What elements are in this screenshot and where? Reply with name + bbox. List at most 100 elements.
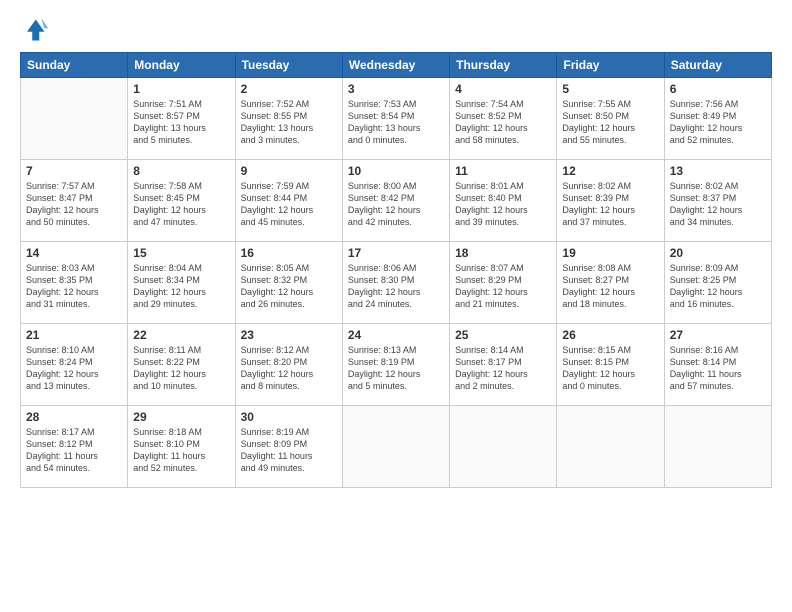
logo-icon bbox=[20, 16, 48, 44]
day-info: Sunrise: 7:58 AM Sunset: 8:45 PM Dayligh… bbox=[133, 180, 229, 229]
day-info: Sunrise: 8:09 AM Sunset: 8:25 PM Dayligh… bbox=[670, 262, 766, 311]
calendar-cell: 20 Sunrise: 8:09 AM Sunset: 8:25 PM Dayli… bbox=[664, 242, 771, 324]
calendar-cell: 4Sunrise: 7:54 AM Sunset: 8:52 PM Daylig… bbox=[450, 78, 557, 160]
calendar-week-4: 21 Sunrise: 8:10 AM Sunset: 8:24 PM Dayli… bbox=[21, 324, 772, 406]
day-info: Sunrise: 8:08 AM Sunset: 8:27 PM Dayligh… bbox=[562, 262, 658, 311]
day-info: Sunrise: 7:59 AM Sunset: 8:44 PM Dayligh… bbox=[241, 180, 337, 229]
day-info: Sunrise: 7:55 AM Sunset: 8:50 PM Dayligh… bbox=[562, 98, 658, 147]
calendar-cell: 1 Sunrise: 7:51 AM Sunset: 8:57 PM Daylig… bbox=[128, 78, 235, 160]
day-number: 25 bbox=[455, 328, 551, 342]
day-info: Sunrise: 8:02 AM Sunset: 8:37 PM Dayligh… bbox=[670, 180, 766, 229]
calendar-cell: 10Sunrise: 8:00 AM Sunset: 8:42 PM Dayli… bbox=[342, 160, 449, 242]
calendar-cell: 12 Sunrise: 8:02 AM Sunset: 8:39 PM Dayli… bbox=[557, 160, 664, 242]
day-number: 15 bbox=[133, 246, 229, 260]
day-info: Sunrise: 8:02 AM Sunset: 8:39 PM Dayligh… bbox=[562, 180, 658, 229]
calendar-cell: 7 Sunrise: 7:57 AM Sunset: 8:47 PM Daylig… bbox=[21, 160, 128, 242]
calendar-cell: 13 Sunrise: 8:02 AM Sunset: 8:37 PM Dayli… bbox=[664, 160, 771, 242]
calendar-cell: 21 Sunrise: 8:10 AM Sunset: 8:24 PM Dayli… bbox=[21, 324, 128, 406]
day-number: 14 bbox=[26, 246, 122, 260]
day-info: Sunrise: 7:56 AM Sunset: 8:49 PM Dayligh… bbox=[670, 98, 766, 147]
day-info: Sunrise: 8:19 AM Sunset: 8:09 PM Dayligh… bbox=[241, 426, 337, 475]
day-number: 23 bbox=[241, 328, 337, 342]
day-info: Sunrise: 8:01 AM Sunset: 8:40 PM Dayligh… bbox=[455, 180, 551, 229]
calendar-cell: 17 Sunrise: 8:06 AM Sunset: 8:30 PM Dayli… bbox=[342, 242, 449, 324]
day-info: Sunrise: 8:17 AM Sunset: 8:12 PM Dayligh… bbox=[26, 426, 122, 475]
day-info: Sunrise: 8:13 AM Sunset: 8:19 PM Dayligh… bbox=[348, 344, 444, 393]
day-info: Sunrise: 8:10 AM Sunset: 8:24 PM Dayligh… bbox=[26, 344, 122, 393]
day-info: Sunrise: 7:52 AM Sunset: 8:55 PM Dayligh… bbox=[241, 98, 337, 147]
day-number: 1 bbox=[133, 82, 229, 96]
day-number: 18 bbox=[455, 246, 551, 260]
day-info: Sunrise: 8:05 AM Sunset: 8:32 PM Dayligh… bbox=[241, 262, 337, 311]
day-number: 6 bbox=[670, 82, 766, 96]
calendar-cell bbox=[21, 78, 128, 160]
calendar-cell: 28 Sunrise: 8:17 AM Sunset: 8:12 PM Dayli… bbox=[21, 406, 128, 488]
day-number: 30 bbox=[241, 410, 337, 424]
calendar-cell: 22 Sunrise: 8:11 AM Sunset: 8:22 PM Dayli… bbox=[128, 324, 235, 406]
calendar-cell: 23 Sunrise: 8:12 AM Sunset: 8:20 PM Dayli… bbox=[235, 324, 342, 406]
calendar-cell: 6 Sunrise: 7:56 AM Sunset: 8:49 PM Daylig… bbox=[664, 78, 771, 160]
calendar-cell: 19 Sunrise: 8:08 AM Sunset: 8:27 PM Dayli… bbox=[557, 242, 664, 324]
day-info: Sunrise: 7:53 AM Sunset: 8:54 PM Dayligh… bbox=[348, 98, 444, 147]
calendar-cell: 24Sunrise: 8:13 AM Sunset: 8:19 PM Dayli… bbox=[342, 324, 449, 406]
weekday-header-saturday: Saturday bbox=[664, 53, 771, 78]
weekday-header-thursday: Thursday bbox=[450, 53, 557, 78]
day-info: Sunrise: 8:11 AM Sunset: 8:22 PM Dayligh… bbox=[133, 344, 229, 393]
logo bbox=[20, 16, 52, 44]
calendar-cell: 9 Sunrise: 7:59 AM Sunset: 8:44 PM Daylig… bbox=[235, 160, 342, 242]
calendar-cell: 14 Sunrise: 8:03 AM Sunset: 8:35 PM Dayli… bbox=[21, 242, 128, 324]
calendar-cell: 30 Sunrise: 8:19 AM Sunset: 8:09 PM Dayli… bbox=[235, 406, 342, 488]
day-number: 12 bbox=[562, 164, 658, 178]
day-info: Sunrise: 8:04 AM Sunset: 8:34 PM Dayligh… bbox=[133, 262, 229, 311]
day-number: 10 bbox=[348, 164, 444, 178]
day-number: 11 bbox=[455, 164, 551, 178]
day-number: 22 bbox=[133, 328, 229, 342]
day-number: 17 bbox=[348, 246, 444, 260]
weekday-header-row: SundayMondayTuesdayWednesdayThursdayFrid… bbox=[21, 53, 772, 78]
day-info: Sunrise: 7:51 AM Sunset: 8:57 PM Dayligh… bbox=[133, 98, 229, 147]
day-number: 29 bbox=[133, 410, 229, 424]
day-number: 21 bbox=[26, 328, 122, 342]
calendar-cell: 2 Sunrise: 7:52 AM Sunset: 8:55 PM Daylig… bbox=[235, 78, 342, 160]
day-number: 26 bbox=[562, 328, 658, 342]
calendar-cell: 8 Sunrise: 7:58 AM Sunset: 8:45 PM Daylig… bbox=[128, 160, 235, 242]
page: SundayMondayTuesdayWednesdayThursdayFrid… bbox=[0, 0, 792, 612]
calendar-cell: 11 Sunrise: 8:01 AM Sunset: 8:40 PM Dayli… bbox=[450, 160, 557, 242]
day-number: 28 bbox=[26, 410, 122, 424]
day-info: Sunrise: 8:06 AM Sunset: 8:30 PM Dayligh… bbox=[348, 262, 444, 311]
day-info: Sunrise: 8:12 AM Sunset: 8:20 PM Dayligh… bbox=[241, 344, 337, 393]
weekday-header-sunday: Sunday bbox=[21, 53, 128, 78]
calendar-cell: 26 Sunrise: 8:15 AM Sunset: 8:15 PM Dayli… bbox=[557, 324, 664, 406]
day-number: 13 bbox=[670, 164, 766, 178]
day-number: 8 bbox=[133, 164, 229, 178]
calendar-cell bbox=[557, 406, 664, 488]
calendar-week-1: 1 Sunrise: 7:51 AM Sunset: 8:57 PM Daylig… bbox=[21, 78, 772, 160]
header bbox=[20, 16, 772, 44]
calendar-cell bbox=[664, 406, 771, 488]
day-number: 2 bbox=[241, 82, 337, 96]
day-info: Sunrise: 8:07 AM Sunset: 8:29 PM Dayligh… bbox=[455, 262, 551, 311]
day-number: 9 bbox=[241, 164, 337, 178]
calendar-cell bbox=[450, 406, 557, 488]
day-number: 19 bbox=[562, 246, 658, 260]
day-info: Sunrise: 8:18 AM Sunset: 8:10 PM Dayligh… bbox=[133, 426, 229, 475]
calendar-cell: 29 Sunrise: 8:18 AM Sunset: 8:10 PM Dayli… bbox=[128, 406, 235, 488]
calendar-cell: 25 Sunrise: 8:14 AM Sunset: 8:17 PM Dayli… bbox=[450, 324, 557, 406]
calendar-cell: 16Sunrise: 8:05 AM Sunset: 8:32 PM Dayli… bbox=[235, 242, 342, 324]
calendar-week-5: 28 Sunrise: 8:17 AM Sunset: 8:12 PM Dayli… bbox=[21, 406, 772, 488]
calendar-week-2: 7 Sunrise: 7:57 AM Sunset: 8:47 PM Daylig… bbox=[21, 160, 772, 242]
calendar-cell: 27 Sunrise: 8:16 AM Sunset: 8:14 PM Dayli… bbox=[664, 324, 771, 406]
weekday-header-monday: Monday bbox=[128, 53, 235, 78]
day-info: Sunrise: 8:15 AM Sunset: 8:15 PM Dayligh… bbox=[562, 344, 658, 393]
day-info: Sunrise: 8:16 AM Sunset: 8:14 PM Dayligh… bbox=[670, 344, 766, 393]
day-number: 7 bbox=[26, 164, 122, 178]
day-info: Sunrise: 8:03 AM Sunset: 8:35 PM Dayligh… bbox=[26, 262, 122, 311]
calendar-table: SundayMondayTuesdayWednesdayThursdayFrid… bbox=[20, 52, 772, 488]
day-number: 20 bbox=[670, 246, 766, 260]
calendar-cell: 5Sunrise: 7:55 AM Sunset: 8:50 PM Daylig… bbox=[557, 78, 664, 160]
calendar-cell: 15 Sunrise: 8:04 AM Sunset: 8:34 PM Dayli… bbox=[128, 242, 235, 324]
day-number: 27 bbox=[670, 328, 766, 342]
weekday-header-tuesday: Tuesday bbox=[235, 53, 342, 78]
day-info: Sunrise: 8:14 AM Sunset: 8:17 PM Dayligh… bbox=[455, 344, 551, 393]
day-info: Sunrise: 7:57 AM Sunset: 8:47 PM Dayligh… bbox=[26, 180, 122, 229]
